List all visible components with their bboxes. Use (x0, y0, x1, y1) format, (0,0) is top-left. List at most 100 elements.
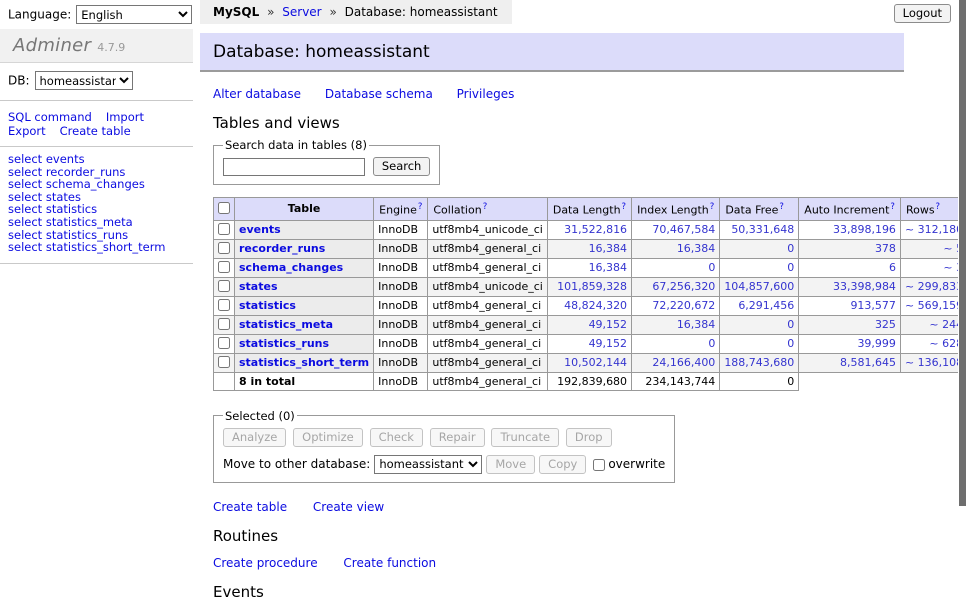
index-length-link[interactable]: 67,256,320 (652, 280, 715, 293)
check-button[interactable]: Check (370, 428, 423, 447)
row-checkbox[interactable] (218, 242, 230, 254)
sidebar-item-select-schema-changes[interactable]: select schema_changes (8, 178, 165, 191)
optimize-button[interactable]: Optimize (293, 428, 363, 447)
index-length-link[interactable]: 24,166,400 (652, 356, 715, 369)
data-free-link[interactable]: 0 (787, 261, 794, 274)
search-button[interactable]: Search (373, 157, 431, 176)
table-link[interactable]: states (239, 280, 278, 293)
engine-cell: InnoDB (374, 277, 428, 296)
help-link[interactable]: ? (936, 202, 941, 212)
breadcrumb-server-link[interactable]: Server (282, 5, 321, 19)
create-function-link[interactable]: Create function (343, 556, 436, 570)
scrollbar[interactable] (958, 0, 966, 543)
help-link[interactable]: ? (418, 202, 423, 212)
table-link[interactable]: statistics_runs (239, 337, 329, 350)
auto-increment-link[interactable]: 33,398,984 (833, 280, 896, 293)
database-schema-link[interactable]: Database schema (325, 87, 433, 101)
alter-database-link[interactable]: Alter database (213, 87, 301, 101)
index-length-link[interactable]: 72,220,672 (652, 299, 715, 312)
sidebar-item-select-statistics-meta[interactable]: select statistics_meta (8, 216, 165, 229)
index-length-link[interactable]: 16,384 (677, 318, 716, 331)
create-view-link[interactable]: Create view (313, 500, 384, 514)
help-link[interactable]: ? (710, 202, 715, 212)
logout-button[interactable]: Logout (894, 4, 951, 23)
auto-increment-link[interactable]: 6 (889, 261, 896, 274)
table-link[interactable]: recorder_runs (239, 242, 325, 255)
table-link[interactable]: schema_changes (239, 261, 343, 274)
language-select[interactable]: English (76, 5, 192, 24)
breadcrumb-separator: » (329, 5, 336, 19)
data-free-link[interactable]: 188,743,680 (724, 356, 794, 369)
select-all-checkbox[interactable] (218, 202, 230, 214)
auto-increment-link[interactable]: 378 (875, 242, 896, 255)
auto-increment-link[interactable]: 913,577 (850, 299, 896, 312)
data-free-link[interactable]: 0 (787, 337, 794, 350)
index-length-link[interactable]: 16,384 (677, 242, 716, 255)
data-length-link[interactable]: 16,384 (589, 242, 628, 255)
auto-increment-link[interactable]: 33,898,196 (833, 223, 896, 236)
create-procedure-link[interactable]: Create procedure (213, 556, 318, 570)
data-length-link[interactable]: 101,859,328 (557, 280, 627, 293)
index-length-link[interactable]: 70,467,584 (652, 223, 715, 236)
rows-link[interactable]: ~ 299,833 (905, 280, 963, 293)
row-checkbox[interactable] (218, 356, 230, 368)
table-row-statistics-runs: statistics_runs InnoDB utf8mb4_general_c… (214, 334, 966, 353)
create-table-link[interactable]: Create table (60, 124, 131, 138)
auto-increment-link[interactable]: 8,581,645 (840, 356, 896, 369)
auto-increment-link[interactable]: 39,999 (857, 337, 896, 350)
move-db-select[interactable]: homeassistant (374, 455, 482, 474)
overwrite-checkbox[interactable] (593, 459, 605, 471)
db-label: DB: (8, 74, 30, 88)
data-length-link[interactable]: 10,502,144 (564, 356, 627, 369)
db-select[interactable]: homeassistant (35, 71, 133, 90)
drop-button[interactable]: Drop (566, 428, 612, 447)
create-table-link-bottom[interactable]: Create table (213, 500, 287, 514)
privileges-link[interactable]: Privileges (457, 87, 515, 101)
data-length-link[interactable]: 16,384 (589, 261, 628, 274)
adminer-logo[interactable]: Adminer 4.7.9 (0, 29, 193, 63)
rows-link[interactable]: ~ 569,159 (905, 299, 963, 312)
sidebar-item-select-events[interactable]: select events (8, 153, 165, 166)
data-length-link[interactable]: 31,522,816 (564, 223, 627, 236)
data-length-link[interactable]: 48,824,320 (564, 299, 627, 312)
help-link[interactable]: ? (483, 202, 488, 212)
data-length-link[interactable]: 49,152 (589, 318, 628, 331)
data-free-link[interactable]: 0 (787, 318, 794, 331)
engine-cell: InnoDB (374, 353, 428, 372)
table-link[interactable]: statistics_short_term (239, 356, 369, 369)
rows-link[interactable]: ~ 312,180 (905, 223, 963, 236)
table-link[interactable]: statistics (239, 299, 296, 312)
row-checkbox[interactable] (218, 280, 230, 292)
index-length-link[interactable]: 0 (708, 261, 715, 274)
repair-button[interactable]: Repair (430, 428, 485, 447)
import-link[interactable]: Import (106, 110, 144, 124)
help-link[interactable]: ? (779, 202, 784, 212)
copy-button[interactable]: Copy (539, 455, 586, 474)
data-free-link[interactable]: 0 (787, 242, 794, 255)
row-checkbox[interactable] (218, 261, 230, 273)
analyze-button[interactable]: Analyze (223, 428, 286, 447)
data-length-link[interactable]: 49,152 (589, 337, 628, 350)
export-link[interactable]: Export (8, 124, 46, 138)
move-button[interactable]: Move (486, 455, 535, 474)
help-link[interactable]: ? (622, 202, 627, 212)
breadcrumb-separator: » (267, 5, 274, 19)
row-checkbox[interactable] (218, 223, 230, 235)
data-free-link[interactable]: 50,331,648 (731, 223, 794, 236)
row-checkbox[interactable] (218, 337, 230, 349)
data-free-link[interactable]: 6,291,456 (738, 299, 794, 312)
data-free-link[interactable]: 104,857,600 (724, 280, 794, 293)
sidebar-item-select-statistics-short-term[interactable]: select statistics_short_term (8, 241, 165, 254)
index-length-link[interactable]: 0 (708, 337, 715, 350)
scrollbar-thumb[interactable] (959, 0, 966, 506)
table-link[interactable]: events (239, 223, 281, 236)
auto-increment-link[interactable]: 325 (875, 318, 896, 331)
help-link[interactable]: ? (890, 202, 895, 212)
sql-command-link[interactable]: SQL command (8, 110, 92, 124)
row-checkbox[interactable] (218, 318, 230, 330)
truncate-button[interactable]: Truncate (491, 428, 559, 447)
rows-link[interactable]: ~ 136,108 (905, 356, 963, 369)
row-checkbox[interactable] (218, 299, 230, 311)
search-input[interactable] (223, 158, 365, 176)
table-link[interactable]: statistics_meta (239, 318, 333, 331)
